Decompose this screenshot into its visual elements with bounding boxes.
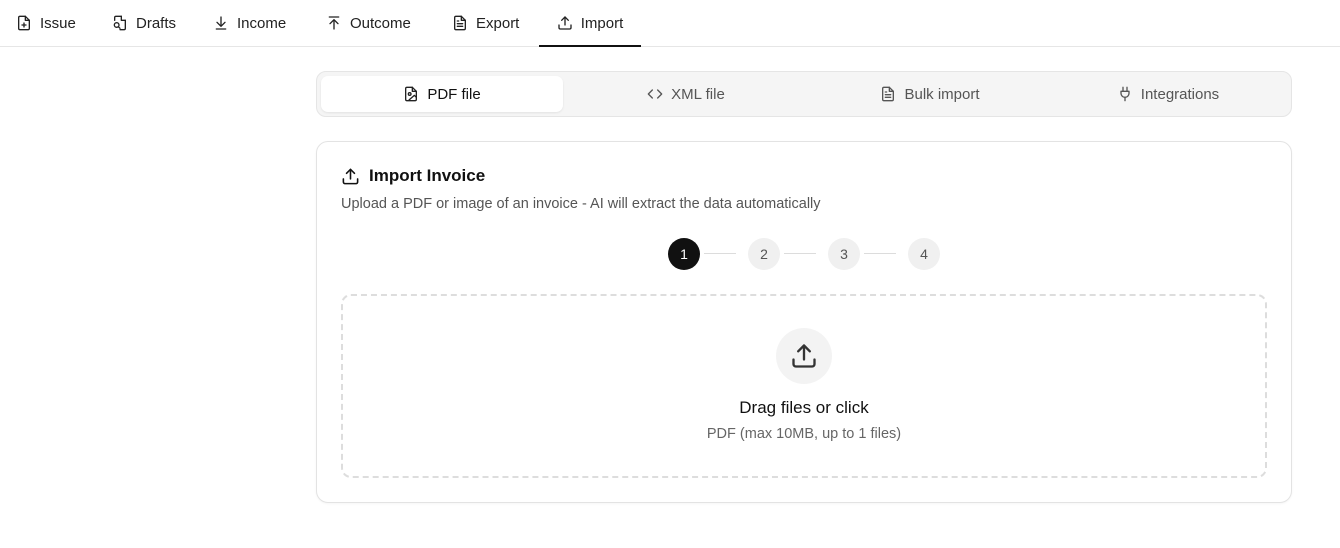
step-connector xyxy=(784,253,816,254)
tab-export[interactable]: Export xyxy=(452,0,519,46)
card-header: Import Invoice xyxy=(341,166,485,186)
import-invoice-card: Import Invoice Upload a PDF or image of … xyxy=(316,141,1292,503)
tab-label: Issue xyxy=(40,14,76,32)
seg-label: XML file xyxy=(671,85,725,103)
plug-icon xyxy=(1120,86,1130,102)
tab-import[interactable]: Import xyxy=(539,0,641,47)
upload-icon xyxy=(342,168,359,184)
download-icon xyxy=(215,16,227,30)
tab-xml-file[interactable]: XML file xyxy=(565,76,807,112)
step-4: 4 xyxy=(908,238,940,270)
step-indicator: 1 2 3 4 xyxy=(668,238,942,270)
card-subtitle: Upload a PDF or image of an invoice - AI… xyxy=(341,196,821,212)
step-3: 3 xyxy=(828,238,860,270)
dropzone-hint: PDF (max 10MB, up to 1 files) xyxy=(706,426,902,442)
tab-income[interactable]: Income xyxy=(213,0,286,46)
seg-label: PDF file xyxy=(427,85,481,103)
upload-icon xyxy=(792,344,816,368)
tab-outcome[interactable]: Outcome xyxy=(326,0,411,46)
tab-label: Outcome xyxy=(350,14,411,32)
tab-label: Drafts xyxy=(136,14,177,32)
step-1: 1 xyxy=(668,238,700,270)
dropzone-title: Drag files or click xyxy=(739,398,869,417)
tab-bulk-import[interactable]: Bulk import xyxy=(809,76,1051,112)
tab-drafts[interactable]: Drafts xyxy=(112,0,176,46)
upload-icon xyxy=(558,16,572,30)
dropzone-icon-circle xyxy=(776,328,832,384)
file-image-icon xyxy=(405,86,418,102)
seg-label: Integrations xyxy=(1140,85,1220,103)
top-navigation: Issue Drafts Income Outcome Export Impor… xyxy=(0,0,1340,47)
tab-label: Income xyxy=(237,14,287,32)
file-plus-icon xyxy=(18,15,30,31)
tab-label: Import xyxy=(580,14,624,32)
file-dropzone[interactable]: Drag files or click PDF (max 10MB, up to… xyxy=(341,294,1267,478)
file-search-icon xyxy=(113,15,126,31)
file-text-icon xyxy=(882,86,895,102)
code-icon xyxy=(647,89,663,99)
card-title: Import Invoice xyxy=(369,166,486,185)
tab-integrations[interactable]: Integrations xyxy=(1047,76,1289,112)
import-source-tabs: PDF file XML file Bulk import Integratio… xyxy=(316,71,1292,117)
step-connector xyxy=(704,253,736,254)
seg-label: Bulk import xyxy=(904,85,980,103)
tab-label: Export xyxy=(476,14,520,32)
step-2: 2 xyxy=(748,238,780,270)
file-text-icon xyxy=(454,15,466,31)
tab-pdf-file[interactable]: PDF file xyxy=(321,76,563,112)
step-connector xyxy=(864,253,896,254)
tab-issue[interactable]: Issue xyxy=(16,0,76,46)
upload-arrow-icon xyxy=(328,16,340,30)
